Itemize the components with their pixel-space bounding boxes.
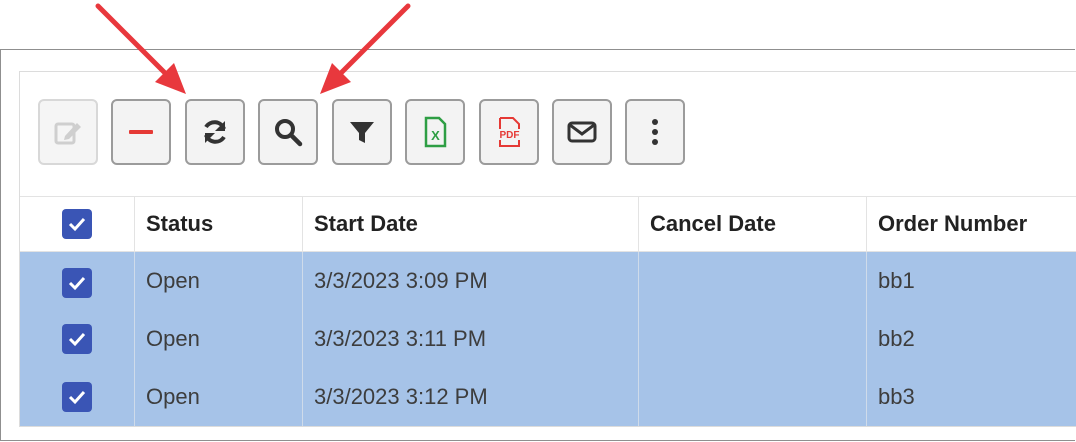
check-icon — [68, 332, 86, 347]
row-checkbox[interactable] — [62, 268, 92, 298]
excel-icon-label: X — [431, 128, 440, 143]
annotation-arrows — [95, 3, 411, 94]
check-icon — [68, 276, 86, 291]
annotation-arrow-search — [320, 3, 411, 94]
edit-icon — [53, 117, 83, 147]
start-date-cell: 3/3/2023 3:11 PM — [314, 326, 487, 351]
order-number-cell: bb3 — [878, 384, 915, 409]
envelope-icon — [566, 117, 598, 147]
select-all-checkbox[interactable] — [62, 209, 92, 239]
more-vertical-icon — [650, 117, 660, 147]
refresh-icon — [200, 117, 230, 147]
annotation-arrow-refresh — [95, 3, 186, 94]
cancel-date-cell — [638, 368, 866, 426]
order-number-cell: bb2 — [878, 326, 915, 351]
check-icon — [68, 217, 86, 232]
start-date-cell: 3/3/2023 3:09 PM — [314, 268, 488, 293]
orders-grid: Status Start Date Cancel Date Order Numb… — [20, 196, 1076, 426]
minus-icon — [126, 117, 156, 147]
row-checkbox[interactable] — [62, 324, 92, 354]
column-header-cancel-date[interactable]: Cancel Date — [638, 197, 866, 251]
grid-header-row: Status Start Date Cancel Date Order Numb… — [20, 196, 1076, 252]
start-date-cell: 3/3/2023 3:12 PM — [314, 384, 488, 409]
column-header-start-date[interactable]: Start Date — [302, 197, 638, 251]
status-cell: Open — [146, 326, 200, 351]
column-header-status[interactable]: Status — [134, 197, 302, 251]
filter-icon — [347, 117, 377, 147]
table-row[interactable]: Open 3/3/2023 3:11 PM bb2 — [20, 310, 1076, 368]
cancel-date-cell — [638, 252, 866, 310]
pdf-icon: PDF — [494, 116, 524, 148]
column-header-order-number[interactable]: Order Number — [866, 197, 1076, 251]
order-number-cell: bb1 — [878, 268, 915, 293]
status-cell: Open — [146, 268, 200, 293]
table-row[interactable]: Open 3/3/2023 3:09 PM bb1 — [20, 252, 1076, 310]
check-icon — [68, 390, 86, 405]
status-cell: Open — [146, 384, 200, 409]
excel-icon: X — [420, 116, 450, 148]
table-row[interactable]: Open 3/3/2023 3:12 PM bb3 — [20, 368, 1076, 426]
cancel-date-cell — [638, 310, 866, 368]
search-icon — [273, 117, 303, 147]
row-checkbox[interactable] — [62, 382, 92, 412]
pdf-icon-label: PDF — [500, 130, 520, 141]
